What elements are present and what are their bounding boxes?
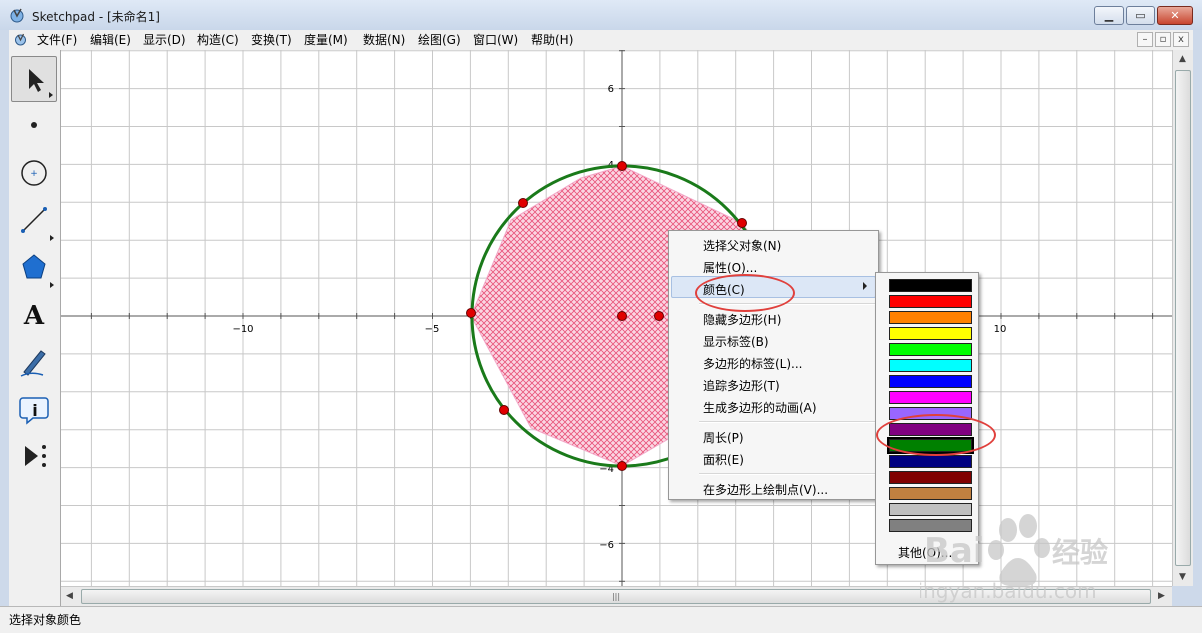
color-swatch[interactable] — [889, 295, 972, 308]
color-swatch[interactable] — [889, 455, 972, 468]
y-tick-label: 6 — [608, 84, 614, 95]
status-bar: 选择对象颜色 — [0, 606, 1202, 633]
custom-tool[interactable] — [11, 433, 57, 479]
document-icon[interactable] — [13, 32, 28, 47]
scroll-down-icon[interactable]: ▼ — [1179, 572, 1186, 582]
maximize-button[interactable]: ▭ — [1126, 6, 1155, 25]
minimize-button[interactable]: ▁ — [1094, 6, 1124, 25]
compass-tool[interactable]: + — [11, 150, 57, 196]
svg-text:Bai: Bai — [924, 531, 985, 571]
marker-tool[interactable] — [11, 339, 57, 385]
menu-bar: 文件(F) 编辑(E) 显示(D) 构造(C) 变换(T) 度量(M) 数据(N… — [9, 30, 1193, 51]
svg-text:+: + — [30, 169, 38, 179]
vertical-scroll-thumb[interactable] — [1175, 70, 1191, 566]
close-button[interactable]: ✕ — [1157, 6, 1193, 25]
x-tick-label: 10 — [994, 324, 1007, 335]
menu-graph[interactable]: 绘图(G) — [418, 32, 461, 48]
status-text: 选择对象颜色 — [9, 613, 82, 627]
vertex-point[interactable] — [518, 198, 528, 208]
sketchpad-app-icon — [10, 8, 24, 23]
color-swatch[interactable] — [889, 311, 972, 324]
x-tick-label: −5 — [425, 324, 440, 335]
svg-text:jingyan.baidu.com: jingyan.baidu.com — [920, 579, 1097, 603]
menu-item-select-parents[interactable]: 选择父对象(N) — [703, 237, 781, 254]
menu-measure[interactable]: 度量(M) — [304, 32, 348, 48]
menu-separator — [699, 473, 875, 475]
menu-display[interactable]: 显示(D) — [143, 32, 186, 48]
information-tool[interactable]: i — [11, 386, 57, 432]
toolbox: + A i — [9, 50, 61, 607]
text-icon: A — [23, 301, 45, 331]
vertical-scrollbar[interactable]: ▲ ▼ — [1172, 50, 1193, 586]
window-title: Sketchpad - [未命名1] — [32, 10, 160, 24]
vertex-point[interactable] — [737, 218, 747, 228]
menu-data[interactable]: 数据(N) — [363, 32, 405, 48]
menu-item-plot-point-on-polygon[interactable]: 在多边形上绘制点(V)... — [703, 481, 828, 498]
text-tool[interactable]: A — [11, 292, 57, 338]
menu-item-perimeter[interactable]: 周长(P) — [703, 429, 744, 446]
submenu-arrow-icon — [863, 282, 867, 290]
context-menu: 选择父对象(N) 属性(O)... 颜色(C) 隐藏多边形(H) 显示标签(B)… — [668, 230, 879, 500]
arrow-select-tool[interactable] — [11, 56, 57, 102]
mdi-close-button[interactable]: x — [1173, 32, 1189, 47]
color-swatch[interactable] — [889, 327, 972, 340]
color-swatch[interactable] — [889, 391, 972, 404]
menu-item-polygon-label[interactable]: 多边形的标签(L)... — [703, 355, 803, 372]
vertex-point[interactable] — [466, 308, 476, 318]
menu-separator — [699, 421, 875, 423]
straightedge-tool[interactable] — [11, 198, 57, 244]
menu-item-area[interactable]: 面积(E) — [703, 451, 744, 468]
marker-icon — [20, 350, 46, 377]
menu-item-animate-polygon[interactable]: 生成多边形的动画(A) — [703, 399, 817, 416]
title-bar: Sketchpad - [未命名1] ▁ ▭ ✕ — [0, 0, 1202, 30]
color-swatch[interactable] — [889, 471, 972, 484]
color-swatch[interactable] — [889, 487, 972, 500]
svg-text:i: i — [32, 401, 37, 420]
menu-edit[interactable]: 编辑(E) — [90, 32, 131, 48]
vertex-point[interactable] — [499, 405, 509, 415]
point-icon — [31, 122, 37, 128]
information-icon: i — [19, 397, 49, 425]
menu-construct[interactable]: 构造(C) — [197, 32, 239, 48]
menu-item-trace-polygon[interactable]: 追踪多边形(T) — [703, 377, 780, 394]
menu-help[interactable]: 帮助(H) — [531, 32, 573, 48]
menu-transform[interactable]: 变换(T) — [251, 32, 292, 48]
radius-point[interactable] — [654, 311, 664, 321]
point-tool[interactable] — [11, 103, 57, 149]
polygon-tool[interactable] — [11, 245, 57, 291]
menu-item-show-label[interactable]: 显示标签(B) — [703, 333, 769, 350]
color-swatch[interactable] — [889, 343, 972, 356]
color-swatch[interactable] — [889, 359, 972, 372]
x-tick-label: −10 — [232, 324, 253, 335]
custom-tool-icon — [25, 445, 46, 467]
scroll-up-icon[interactable]: ▲ — [1179, 54, 1186, 64]
compass-icon: + — [21, 160, 47, 186]
menu-file[interactable]: 文件(F) — [37, 32, 77, 48]
svg-text:A: A — [23, 301, 45, 331]
color-swatch[interactable] — [889, 375, 972, 388]
color-swatch[interactable] — [889, 279, 972, 292]
vertex-point[interactable] — [617, 461, 627, 471]
mdi-minimize-button[interactable]: – — [1137, 32, 1153, 47]
menu-item-hide-polygon[interactable]: 隐藏多边形(H) — [703, 311, 781, 328]
mdi-restore-button[interactable]: ▫ — [1155, 32, 1171, 47]
scroll-left-icon[interactable]: ◀ — [66, 591, 73, 601]
svg-text:经验: 经验 — [1052, 536, 1108, 569]
menu-window[interactable]: 窗口(W) — [473, 32, 518, 48]
y-tick-label: −6 — [599, 540, 614, 551]
baidu-watermark-logo: Bai 经验 jingyan.baidu.com — [920, 514, 1108, 603]
center-point[interactable] — [617, 311, 627, 321]
annotation-circle — [876, 414, 996, 456]
vertex-point[interactable] — [617, 161, 627, 171]
annotation-circle — [695, 274, 795, 312]
